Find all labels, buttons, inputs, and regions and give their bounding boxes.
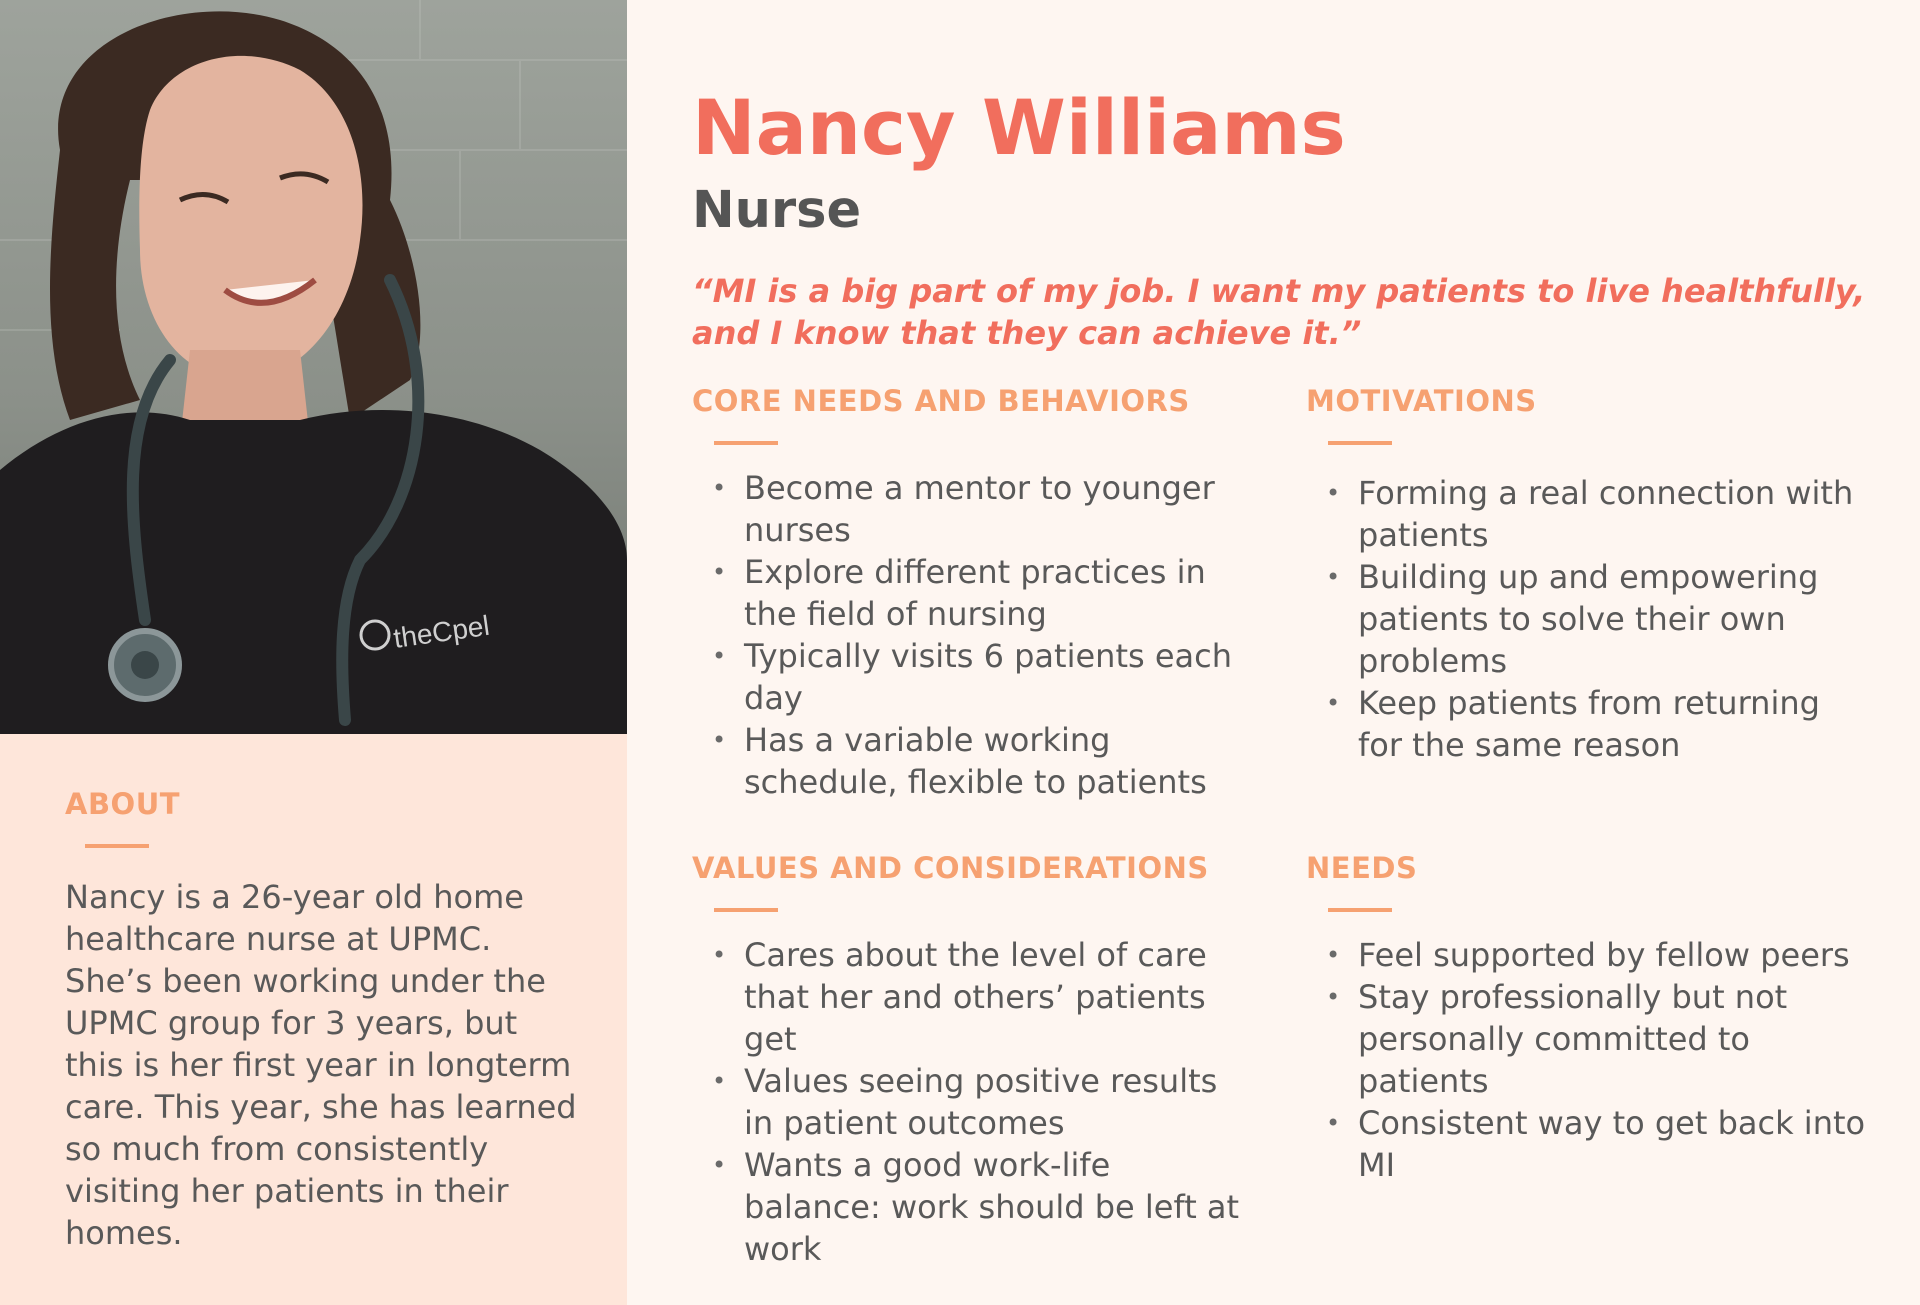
persona-card: theCpel ABOUT Nancy is a 26-year old hom… bbox=[0, 0, 1920, 1305]
core-needs-rule bbox=[714, 441, 778, 445]
values-title: VALUES AND CONSIDERATIONS bbox=[692, 851, 1209, 885]
about-rule bbox=[85, 844, 149, 848]
list-item: Become a mentor to younger nurses bbox=[692, 467, 1252, 551]
list-item: Stay professionally but not personally c… bbox=[1306, 976, 1866, 1102]
needs-section: NEEDS Feel supported by fellow peers Sta… bbox=[1306, 850, 1866, 1186]
list-item: Keep patients from returning for the sam… bbox=[1306, 682, 1866, 766]
values-section: VALUES AND CONSIDERATIONS Cares about th… bbox=[692, 850, 1252, 1270]
about-title: ABOUT bbox=[65, 787, 181, 821]
persona-header: Nancy Williams Nurse “MI is a big part o… bbox=[692, 80, 1872, 354]
about-section: ABOUT Nancy is a 26-year old home health… bbox=[65, 786, 585, 1254]
core-needs-section: CORE NEEDS AND BEHAVIORS Become a mentor… bbox=[692, 383, 1252, 803]
list-item: Wants a good work-life balance: work sho… bbox=[692, 1144, 1252, 1270]
motivations-list: Forming a real connection with patients … bbox=[1306, 472, 1866, 766]
values-rule bbox=[714, 908, 778, 912]
needs-rule bbox=[1328, 908, 1392, 912]
persona-quote: “MI is a big part of my job. I want my p… bbox=[692, 272, 1866, 352]
persona-role: Nurse bbox=[692, 181, 862, 240]
list-item: Explore different practices in the field… bbox=[692, 551, 1252, 635]
list-item: Feel supported by fellow peers bbox=[1306, 934, 1866, 976]
persona-name: Nancy Williams bbox=[692, 83, 1346, 172]
motivations-rule bbox=[1328, 441, 1392, 445]
core-needs-title: CORE NEEDS AND BEHAVIORS bbox=[692, 384, 1190, 418]
about-text: Nancy is a 26-year old home healthcare n… bbox=[65, 878, 577, 1252]
persona-photo-illustration: theCpel bbox=[0, 0, 627, 734]
list-item: Values seeing positive results in patien… bbox=[692, 1060, 1252, 1144]
motivations-title: MOTIVATIONS bbox=[1306, 384, 1537, 418]
list-item: Has a variable working schedule, flexibl… bbox=[692, 719, 1252, 803]
left-column: theCpel ABOUT Nancy is a 26-year old hom… bbox=[0, 0, 627, 1305]
core-needs-list: Become a mentor to younger nurses Explor… bbox=[692, 467, 1252, 803]
list-item: Forming a real connection with patients bbox=[1306, 472, 1866, 556]
motivations-section: MOTIVATIONS Forming a real connection wi… bbox=[1306, 383, 1866, 766]
values-list: Cares about the level of care that her a… bbox=[692, 934, 1252, 1270]
needs-list: Feel supported by fellow peers Stay prof… bbox=[1306, 934, 1866, 1186]
persona-photo: theCpel bbox=[0, 0, 627, 734]
list-item: Typically visits 6 patients each day bbox=[692, 635, 1252, 719]
needs-title: NEEDS bbox=[1306, 851, 1418, 885]
list-item: Building up and empowering patients to s… bbox=[1306, 556, 1866, 682]
list-item: Cares about the level of care that her a… bbox=[692, 934, 1252, 1060]
list-item: Consistent way to get back into MI bbox=[1306, 1102, 1866, 1186]
